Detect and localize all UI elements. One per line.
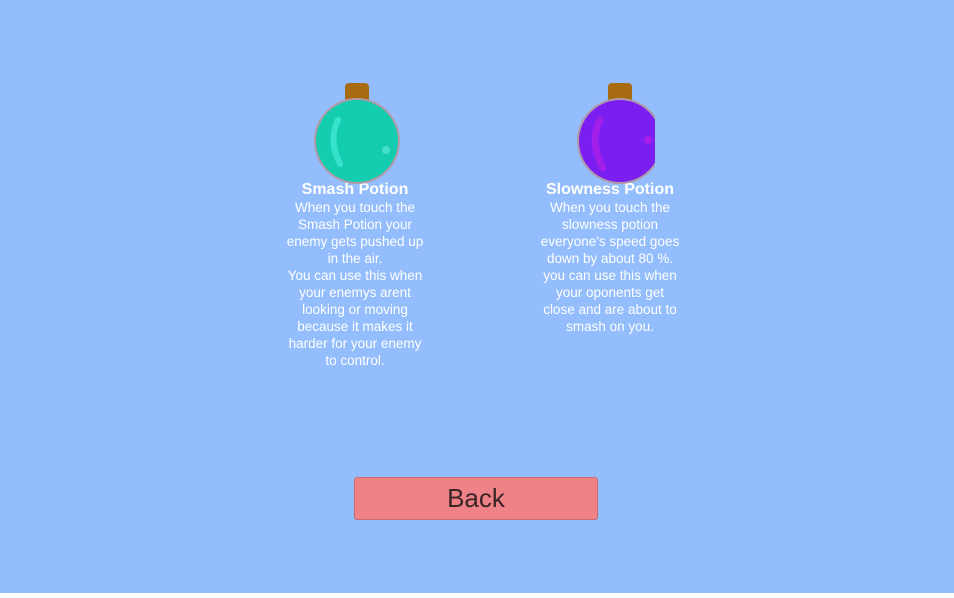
potion-description: When you touch the Smash Potion your ene…	[286, 200, 424, 368]
slowness-potion-card: Slowness Potion When you touch the slown…	[530, 80, 690, 335]
smash-potion-icon	[310, 80, 400, 184]
bottom-border	[0, 593, 954, 598]
back-button[interactable]: Back	[354, 477, 598, 520]
slowness-potion-icon	[565, 80, 655, 184]
potion-description: When you touch the slowness potion every…	[540, 200, 680, 334]
smash-potion-card: Smash Potion When you touch the Smash Po…	[275, 80, 435, 369]
